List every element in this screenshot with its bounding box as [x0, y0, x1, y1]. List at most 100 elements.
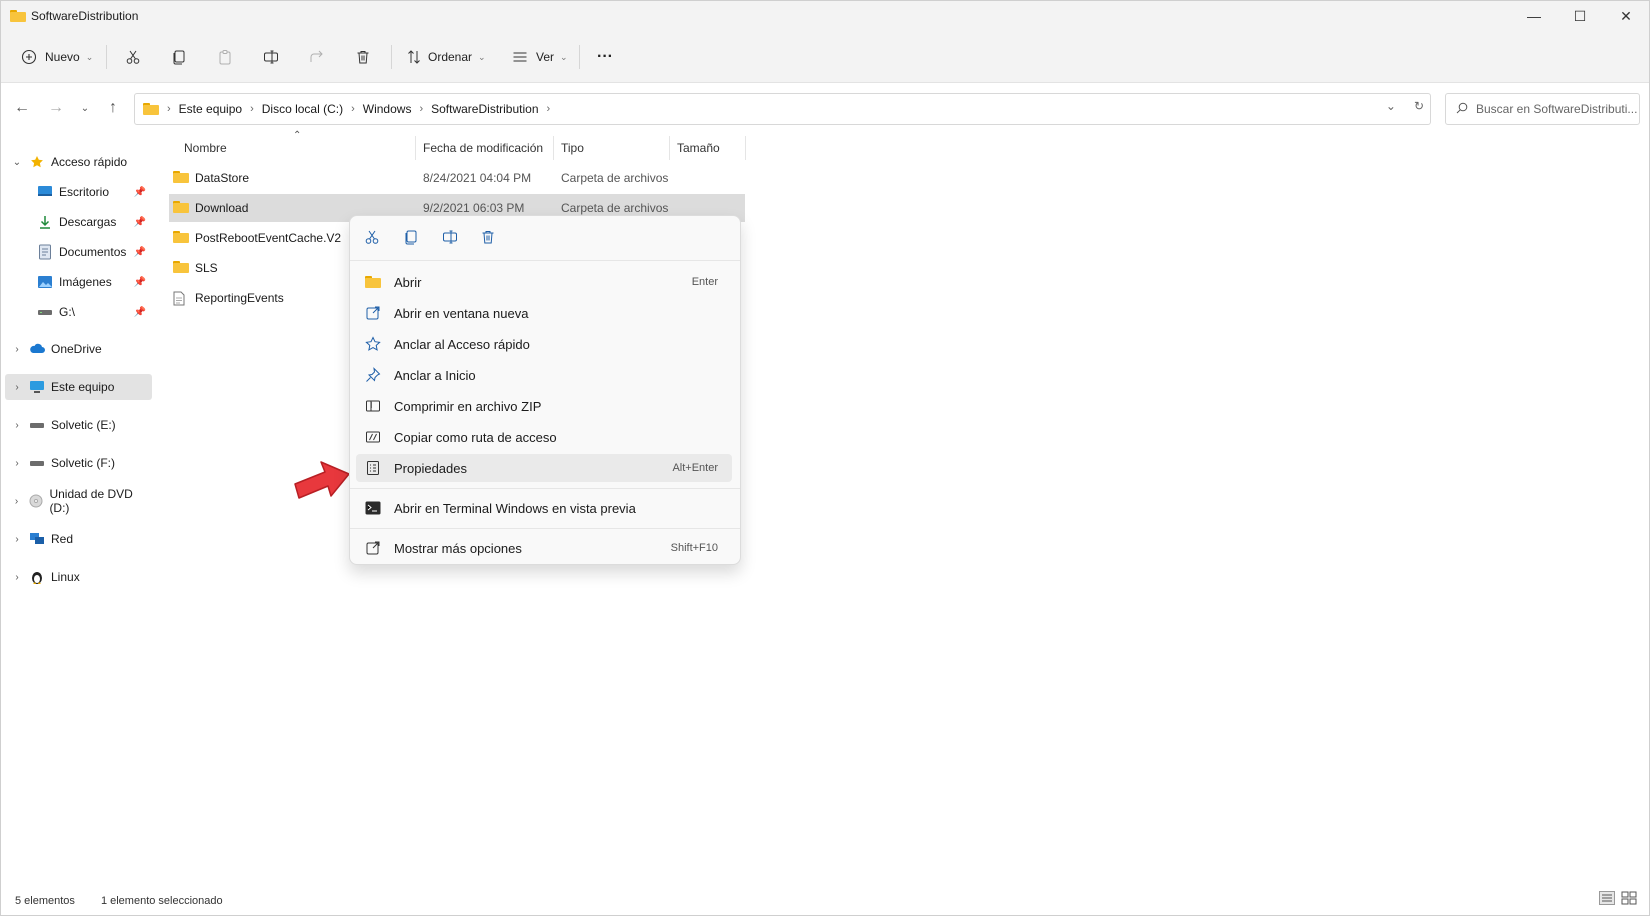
menu-item-abrir-ventana-nueva[interactable]: Abrir en ventana nueva — [356, 299, 732, 327]
forward-button[interactable]: → — [44, 96, 68, 120]
table-row[interactable]: PostRebootEventCache.V2 — [169, 224, 349, 252]
arrow-up-icon: ↑ — [109, 99, 117, 116]
navigation-pane: ⌄ Acceso rápido Escritorio 📌 Descargas 📌… — [1, 139, 161, 879]
trash-icon — [480, 229, 496, 248]
address-bar[interactable]: › Este equipo › Disco local (C:) › Windo… — [134, 93, 1431, 125]
menu-item-copiar-ruta[interactable]: Copiar como ruta de acceso — [356, 423, 732, 451]
more-options-button[interactable]: ··· — [597, 41, 613, 73]
delete-button[interactable] — [476, 226, 500, 250]
chevron-down-icon: ⌄ — [85, 51, 94, 62]
close-button[interactable]: ✕ — [1603, 1, 1649, 31]
chevron-right-icon[interactable]: › — [5, 344, 29, 355]
menu-item-anclar-inicio[interactable]: Anclar a Inicio — [356, 361, 732, 389]
file-name: ReportingEvents — [195, 291, 284, 305]
pin-icon[interactable]: 📌 — [134, 307, 146, 318]
breadcrumb-este-equipo[interactable]: Este equipo — [179, 102, 242, 116]
pin-icon[interactable]: 📌 — [134, 217, 146, 228]
column-divider[interactable] — [669, 136, 670, 160]
trash-icon — [355, 49, 371, 65]
selection-count: 1 elemento seleccionado — [100, 895, 223, 907]
sidebar-item-linux[interactable]: › Linux — [5, 564, 152, 590]
column-divider[interactable] — [745, 136, 746, 160]
column-header-type[interactable]: Tipo — [561, 136, 584, 160]
sidebar-item-onedrive[interactable]: › OneDrive — [5, 336, 152, 362]
sidebar-item-solvetic-e[interactable]: › Solvetic (E:) — [5, 412, 152, 438]
pin-icon[interactable]: 📌 — [134, 247, 146, 258]
pin-icon[interactable]: 📌 — [134, 187, 146, 198]
view-button[interactable]: Ver ⌄ — [512, 41, 568, 73]
rename-button[interactable] — [438, 226, 462, 250]
delete-button[interactable] — [355, 41, 371, 73]
table-row[interactable]: ReportingEvents — [169, 284, 349, 312]
sidebar-item-descargas[interactable]: Descargas 📌 — [5, 209, 152, 235]
chevron-right-icon[interactable]: › — [5, 420, 29, 431]
sidebar-item-imagenes[interactable]: Imágenes 📌 — [5, 269, 152, 295]
column-divider[interactable] — [553, 136, 554, 160]
chevron-right-icon[interactable]: › — [5, 534, 29, 545]
file-explorer-window: SoftwareDistribution — ☐ ✕ Nuevo ⌄ Orden… — [0, 0, 1650, 916]
toolbar-divider — [391, 45, 392, 69]
column-header-name[interactable]: Nombre — [184, 136, 227, 160]
menu-separator — [350, 488, 740, 489]
up-button[interactable]: ↑ — [101, 96, 125, 120]
menu-item-terminal[interactable]: Abrir en Terminal Windows en vista previ… — [356, 494, 732, 522]
menu-item-propiedades[interactable]: Propiedades Alt+Enter — [356, 454, 732, 482]
search-box[interactable]: Buscar en SoftwareDistributi... — [1445, 93, 1640, 125]
column-divider[interactable] — [415, 136, 416, 160]
sidebar-item-solvetic-f[interactable]: › Solvetic (F:) — [5, 450, 152, 476]
back-button[interactable]: ← — [10, 96, 34, 120]
rename-button[interactable] — [263, 41, 279, 73]
column-header-modified[interactable]: Fecha de modificación — [423, 136, 543, 160]
chevron-right-icon[interactable]: › — [5, 496, 28, 507]
minimize-button[interactable]: — — [1511, 1, 1557, 31]
breadcrumb-softwaredistribution[interactable]: SoftwareDistribution — [431, 102, 538, 116]
recent-locations-button[interactable]: ⌄ — [73, 96, 97, 120]
breadcrumb-windows[interactable]: Windows — [363, 102, 412, 116]
rename-icon — [263, 49, 279, 65]
image-icon — [37, 274, 53, 290]
menu-item-mostrar-mas[interactable]: Mostrar más opciones Shift+F10 — [356, 534, 732, 562]
chevron-right-icon[interactable]: › — [5, 458, 29, 469]
sidebar-item-red[interactable]: › Red — [5, 526, 152, 552]
paste-button[interactable] — [217, 41, 233, 73]
file-modified: 8/24/2021 04:04 PM — [423, 171, 532, 185]
chevron-right-icon: › — [351, 103, 355, 115]
menu-item-comprimir-zip[interactable]: Comprimir en archivo ZIP — [356, 392, 732, 420]
menu-item-anclar-acceso-rapido[interactable]: Anclar al Acceso rápido — [356, 330, 732, 358]
pin-icon[interactable]: 📌 — [134, 277, 146, 288]
star-outline-icon — [364, 335, 382, 353]
sidebar-item-g-drive[interactable]: G:\ 📌 — [5, 299, 152, 325]
sidebar-item-quick-access[interactable]: ⌄ Acceso rápido — [5, 149, 152, 175]
chevron-right-icon[interactable]: › — [5, 572, 29, 583]
cut-button[interactable] — [360, 226, 384, 250]
folder-icon — [173, 171, 189, 185]
menu-item-label: Propiedades — [394, 460, 467, 476]
share-button[interactable] — [309, 41, 325, 73]
copy-button[interactable] — [399, 226, 423, 250]
folder-open-icon — [364, 273, 382, 291]
tiles-view-icon[interactable] — [1621, 891, 1637, 908]
sidebar-item-documentos[interactable]: Documentos 📌 — [5, 239, 152, 265]
chevron-right-icon[interactable]: › — [5, 382, 29, 393]
breadcrumb-disco-local[interactable]: Disco local (C:) — [262, 102, 343, 116]
open-new-window-icon — [364, 304, 382, 322]
column-header-size[interactable]: Tamaño — [677, 136, 720, 160]
maximize-button[interactable]: ☐ — [1557, 1, 1603, 31]
zip-icon — [364, 397, 382, 415]
menu-item-abrir[interactable]: Abrir Enter — [356, 268, 732, 296]
sidebar-item-label: Solvetic (E:) — [51, 418, 116, 432]
new-button[interactable]: Nuevo ⌄ — [21, 41, 93, 73]
table-row[interactable]: DataStore 8/24/2021 04:04 PM Carpeta de … — [169, 164, 745, 192]
sidebar-item-escritorio[interactable]: Escritorio 📌 — [5, 179, 152, 205]
sidebar-item-este-equipo[interactable]: › Este equipo — [5, 374, 152, 400]
table-row[interactable]: SLS — [169, 254, 349, 282]
refresh-icon[interactable]: ↻ — [1414, 99, 1424, 113]
sidebar-item-dvd[interactable]: › Unidad de DVD (D:) — [5, 487, 152, 515]
chevron-down-icon[interactable]: ⌄ — [5, 157, 29, 168]
cut-button[interactable] — [125, 41, 141, 73]
sort-button[interactable]: Ordenar ⌄ — [406, 41, 486, 73]
copy-button[interactable] — [171, 41, 187, 73]
chevron-down-icon[interactable]: ⌄ — [1386, 99, 1396, 113]
folder-icon — [173, 231, 189, 245]
details-view-icon[interactable] — [1599, 891, 1615, 908]
